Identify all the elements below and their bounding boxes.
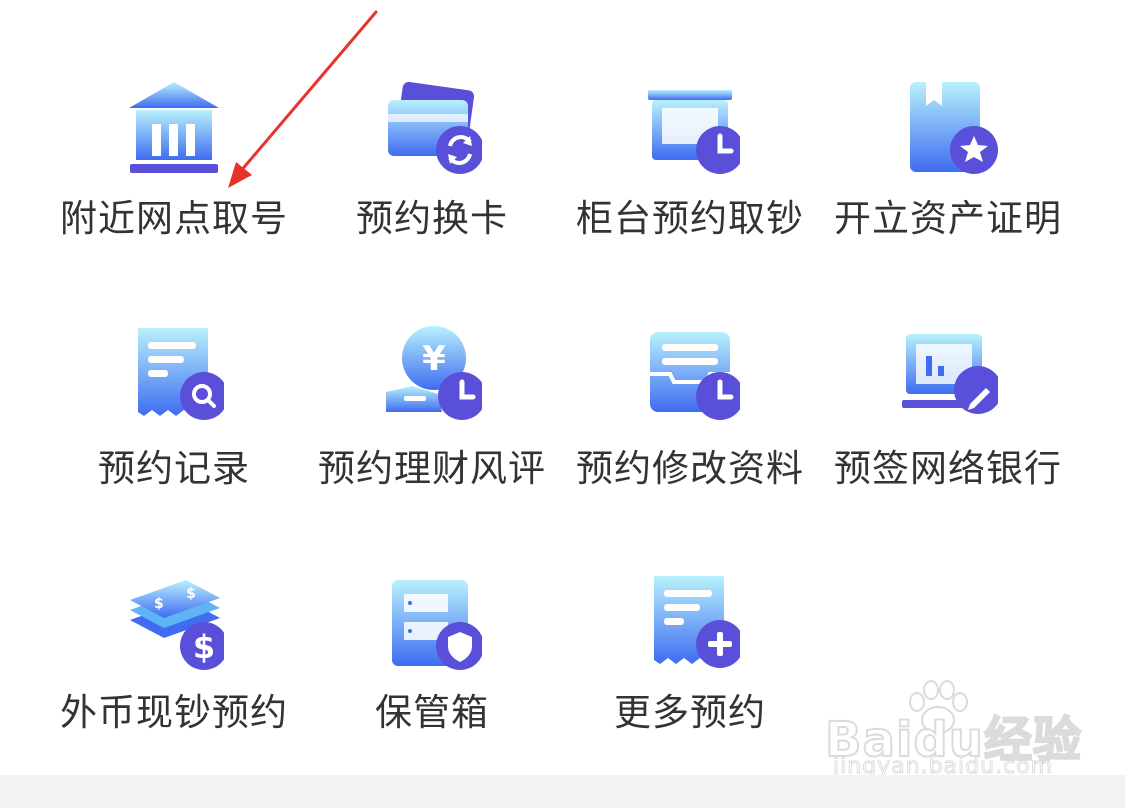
service-tile-more-appointments[interactable]: 更多预约: [561, 572, 819, 772]
service-tile-appointment-records[interactable]: 预约记录: [45, 324, 303, 524]
service-tile-nearby-branch-ticket[interactable]: 附近网点取号: [45, 78, 303, 278]
service-tile-card-replacement[interactable]: 预约换卡: [303, 78, 561, 278]
cash-stack-dollar-icon: $ $ $: [124, 572, 224, 672]
receipt-search-icon: [124, 324, 224, 424]
service-tile-wealth-risk-assessment[interactable]: ¥ 预约理财风评: [303, 324, 561, 524]
baidu-jingyan-watermark: Baidu经验 jingyan.baidu.com: [824, 680, 1085, 790]
appointment-services-screen: 附近网点取号 预约换卡 柜台预约取钞 开立资产证明 预约记录 ¥ 预约理财风评 …: [0, 0, 1125, 808]
safe-box-shield-icon: [382, 572, 482, 672]
service-label: 预约修改资料: [576, 447, 804, 490]
svg-text:¥: ¥: [422, 339, 446, 379]
svg-text:$: $: [193, 628, 215, 666]
service-tile-asset-certificate[interactable]: 开立资产证明: [819, 78, 1077, 278]
svg-text:$: $: [154, 596, 164, 612]
screen-pen-icon: [898, 324, 998, 424]
service-label: 更多预约: [614, 691, 766, 734]
service-tile-foreign-cash-appointment[interactable]: $ $ $ 外币现钞预约: [45, 572, 303, 772]
service-label: 预约记录: [98, 447, 250, 490]
drawer-clock-icon: [640, 324, 740, 424]
card-exchange-icon: [382, 78, 482, 178]
certificate-star-icon: [898, 78, 998, 178]
bank-building-icon: [124, 78, 224, 178]
service-label: 开立资产证明: [834, 197, 1062, 240]
service-tile-modify-profile[interactable]: 预约修改资料: [561, 324, 819, 524]
service-label: 柜台预约取钞: [576, 197, 804, 240]
service-tile-safe-deposit-box[interactable]: 保管箱: [303, 572, 561, 772]
service-label: 预签网络银行: [834, 447, 1062, 490]
counter-clock-icon: [640, 78, 740, 178]
svg-text:$: $: [186, 586, 196, 602]
bottom-divider-bar: [0, 775, 1125, 808]
service-label: 外币现钞预约: [60, 691, 288, 734]
receipt-plus-icon: [640, 572, 740, 672]
service-label: 保管箱: [375, 691, 489, 734]
service-tile-online-banking-presign[interactable]: 预签网络银行: [819, 324, 1077, 524]
service-label: 预约换卡: [356, 197, 508, 240]
service-label: 预约理财风评: [318, 447, 546, 490]
yuan-coin-clock-icon: ¥: [382, 324, 482, 424]
service-tile-counter-cash-withdrawal[interactable]: 柜台预约取钞: [561, 78, 819, 278]
service-label: 附近网点取号: [60, 197, 288, 240]
